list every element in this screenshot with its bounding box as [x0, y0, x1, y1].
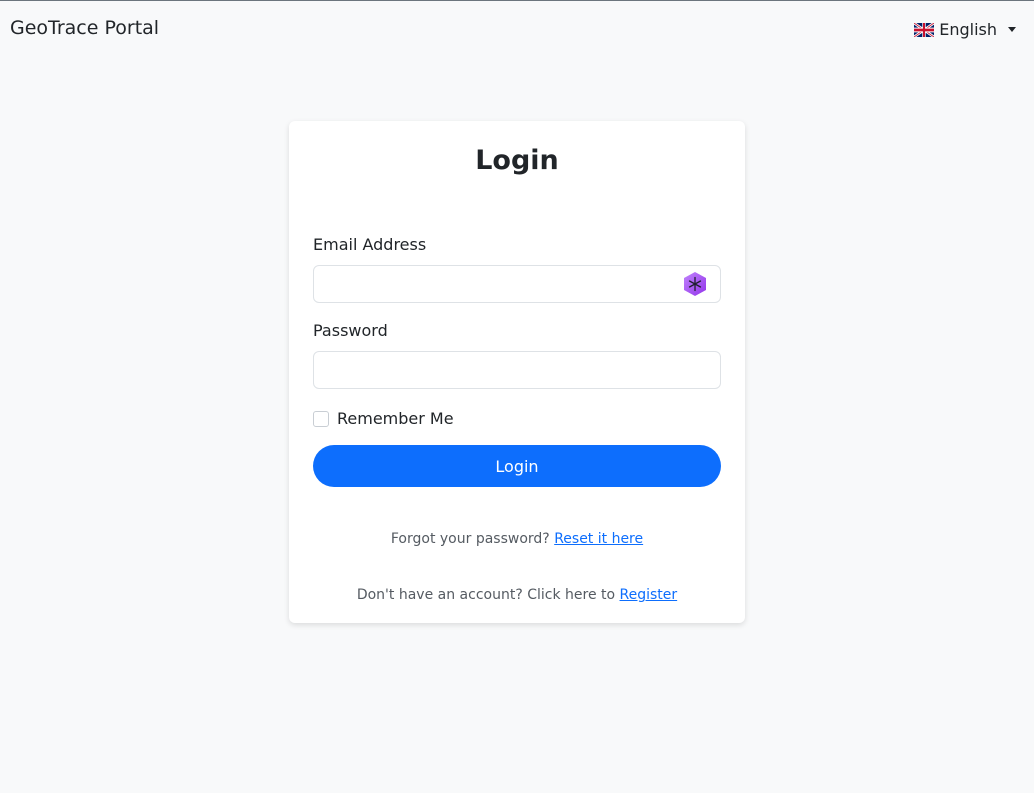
forgot-password-text: Forgot your password? [390, 531, 550, 547]
login-button[interactable]: Login [313, 445, 721, 487]
remember-me-checkbox[interactable] [313, 410, 329, 427]
navbar: GeoTrace Portal English [0, 0, 1034, 60]
uk-flag-icon [914, 22, 935, 37]
language-label: English [939, 20, 997, 39]
password-manager-icon[interactable] [682, 271, 708, 297]
caret-down-icon [1008, 27, 1016, 32]
language-dropdown[interactable]: English [914, 20, 1016, 39]
remember-me-row[interactable]: Remember Me [313, 409, 454, 428]
email-field[interactable] [313, 265, 721, 303]
login-title: Login [475, 145, 559, 176]
password-field[interactable] [313, 351, 721, 389]
reset-password-link[interactable]: Reset it here [554, 531, 643, 547]
register-link[interactable]: Register [620, 587, 678, 603]
remember-me-label[interactable]: Remember Me [337, 409, 454, 428]
login-card: Login Email Address Password Remember Me… [289, 121, 745, 623]
register-row: Don't have an account? Click here to Reg… [289, 587, 745, 603]
password-label: Password [313, 321, 388, 340]
email-label: Email Address [313, 235, 427, 254]
forgot-password-row: Forgot your password? Reset it here [289, 531, 745, 547]
brand-title[interactable]: GeoTrace Portal [10, 17, 159, 39]
register-text: Don't have an account? Click here to [356, 587, 616, 603]
